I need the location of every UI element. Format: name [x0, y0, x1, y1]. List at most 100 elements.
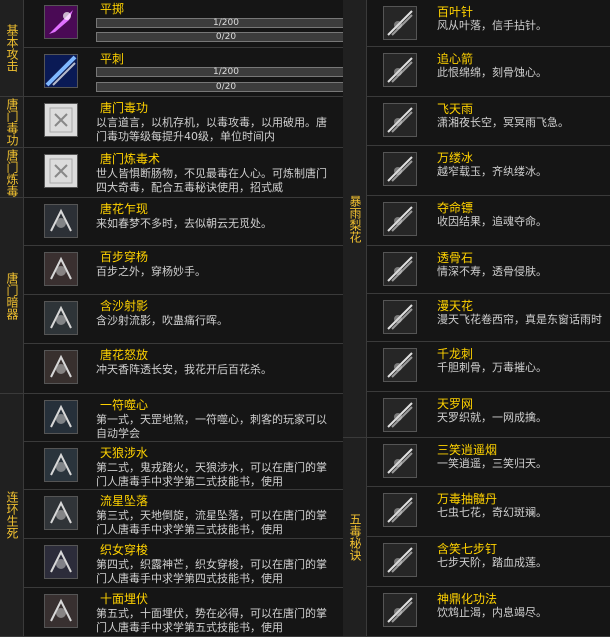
category-chain-life-death: 连环生死 [0, 394, 24, 637]
skill-row-pingci[interactable]: 平刺 1/200 0/20 [24, 48, 356, 97]
skill-level-text: 0/20 [215, 32, 237, 42]
skill-name: 平刺 [100, 52, 125, 66]
stone-icon [383, 252, 417, 286]
skill-name: 含笑七步钉 [437, 542, 498, 556]
skill-row[interactable]: 唐门毒功 以言道言，以机存机，以毒攻毒，以用破用。唐门毒功等级每提升40级，单位时… [24, 97, 343, 148]
skill-row[interactable]: 漫天花 漫天飞花卷西帘，真是东窗话雨时 [367, 294, 610, 342]
skill-description: 饮鸩止渴，内息竭尽。 [437, 606, 547, 619]
skill-description: 含沙射流影，吹蛊痛行晖。 [96, 314, 228, 327]
skill-level-bar: 0/20 [96, 32, 356, 42]
skill-name: 神鼎化功法 [437, 592, 498, 606]
skill-row[interactable]: 百步穿杨 百步之外，穿杨妙手。 [24, 246, 343, 295]
skill-row[interactable]: 透骨石 情深不寿，透骨侵肤。 [367, 246, 610, 294]
skill-row[interactable]: 唐门炼毒术 世人皆惧断肠物，不见最毒在人心。可炼制唐门四大奇毒，配合五毒秘诀使用，… [24, 148, 343, 198]
skill-name: 天狼涉水 [100, 446, 149, 460]
skill-name: 漫天花 [437, 299, 474, 313]
skill-name: 一符噬心 [100, 398, 149, 412]
skill-name: 百步穿杨 [100, 250, 149, 264]
category-five-poison-secrets: 五毒秘诀 [343, 438, 367, 637]
skill-row[interactable]: 一符噬心 第一式，天罡地煞，一符噬心，刺客的玩家可以自动学会 [24, 394, 343, 442]
skill-description: 世人皆惧断肠物，不见最毒在人心。可炼制唐门四大奇毒，配合五毒秘诀使用，招式威 [96, 167, 327, 194]
skill-description: 百步之外，穿杨妙手。 [96, 265, 206, 278]
ambush-icon [44, 594, 78, 628]
category-tangmen-poison-skill: 唐门毒功 [0, 97, 24, 148]
petals-icon [383, 300, 417, 334]
skill-name: 天罗网 [437, 397, 474, 411]
claw-icon [44, 301, 78, 335]
skill-row[interactable]: 追心箭 此恨绵绵，刻骨蚀心。 [367, 47, 610, 97]
skill-exp-bar: 1/200 [96, 18, 356, 28]
skill-row[interactable]: 织女穿梭 第四式，织露神芒，织女穿梭，可以在唐门的掌门人唐毒手中求学第四式技能书，… [24, 539, 343, 588]
skill-description: 第五式，十面埋伏，势在必得，可以在唐门的掌门人唐毒手中求学第五式技能书，使用 [96, 607, 327, 634]
category-tangmen-hidden-weapons: 唐门暗器 [0, 198, 24, 394]
skill-name: 飞天雨 [437, 102, 474, 116]
skill-name: 万缕冰 [437, 151, 474, 165]
flower-icon [44, 204, 78, 238]
skill-description: 第二式，鬼戎踏火，天狼涉水，可以在唐门的掌门人唐毒手中求学第二式技能书，使用 [96, 461, 327, 488]
skill-description: 千胆刺骨，万毒摧心。 [437, 361, 547, 374]
skill-exp-text: 1/200 [213, 18, 239, 28]
skill-row[interactable]: 十面埋伏 第五式，十面埋伏，势在必得，可以在唐门的掌门人唐毒手中求学第五式技能书，… [24, 588, 343, 637]
skill-row-pingzhi[interactable]: 平掷 1/200 0/20 [24, 0, 356, 48]
skill-row[interactable]: 含沙射影 含沙射流影，吹蛊痛行晖。 [24, 295, 343, 344]
wolf-icon [44, 448, 78, 482]
skill-description: 潇湘夜长空，冥冥雨飞急。 [437, 116, 569, 129]
category-label: 暴雨梨花 [348, 194, 362, 243]
category-storm-pear-blossom: 暴雨梨花 [343, 0, 367, 438]
skill-name: 唐花怒放 [100, 348, 149, 362]
category-label: 连环生死 [5, 491, 19, 539]
scroll-icon [44, 103, 78, 137]
skill-name: 含沙射影 [100, 299, 149, 313]
skill-name: 透骨石 [437, 251, 474, 265]
weave-icon [44, 545, 78, 579]
skill-row[interactable]: 百叶针 风从叶落，信手拈针。 [367, 0, 610, 47]
category-label: 五毒秘诀 [348, 513, 362, 561]
skill-row[interactable]: 千龙刺 千胆刺骨，万毒摧心。 [367, 342, 610, 392]
skill-exp-bar: 1/200 [96, 67, 356, 77]
cauldron-icon [383, 593, 417, 627]
skill-row[interactable]: 万缕冰 越窄载玉，齐纨缕冰。 [367, 146, 610, 196]
category-label: 唐门炼毒 [5, 148, 19, 197]
burst-icon [44, 350, 78, 384]
smoke-icon [383, 444, 417, 478]
skill-name: 夺命镖 [437, 201, 474, 215]
dart-icon [383, 202, 417, 236]
category-label: 唐门暗器 [5, 271, 19, 320]
category-label: 基本攻击 [5, 24, 19, 72]
needle-icon [383, 6, 417, 40]
skill-row[interactable]: 天狼涉水 第二式，鬼戎踏火，天狼涉水，可以在唐门的掌门人唐毒手中求学第二式技能书，… [24, 442, 343, 490]
skill-description: 漫天飞花卷西帘，真是东窗话雨时 [437, 313, 602, 326]
category-basic-attack: 基本攻击 [0, 0, 24, 97]
skill-row[interactable]: 天罗网 天罗织就，一网成擒。 [367, 392, 610, 438]
skill-description: 此恨绵绵，刻骨蚀心。 [437, 66, 547, 79]
skill-description: 来如春梦不多时，去似朝云无觅处。 [96, 217, 272, 230]
skill-row[interactable]: 含笑七步钉 七步天阶，踏血成莲。 [367, 537, 610, 587]
skill-row[interactable]: 唐花怒放 冲天香阵透长安，我花开后百花杀。 [24, 344, 343, 394]
skill-description: 冲天香阵透长安，我花开后百花杀。 [96, 363, 272, 376]
pill-icon [383, 493, 417, 527]
skill-row[interactable]: 夺命镖 收因结果，追魂夺命。 [367, 196, 610, 246]
category-label: 唐门毒功 [5, 98, 19, 146]
skill-name: 千龙刺 [437, 347, 474, 361]
skill-row[interactable]: 飞天雨 潇湘夜长空，冥冥雨飞急。 [367, 97, 610, 146]
skill-description: 天罗织就，一网成擒。 [437, 411, 547, 424]
skill-description: 第一式，天罡地煞，一符噬心，刺客的玩家可以自动学会 [96, 413, 327, 440]
skill-row[interactable]: 神鼎化功法 饮鸩止渴，内息竭尽。 [367, 587, 610, 637]
arrow-icon [44, 252, 78, 286]
nail-icon [383, 543, 417, 577]
skill-name: 三笑逍遥烟 [437, 443, 498, 457]
skill-name: 追心箭 [437, 52, 474, 66]
skill-description: 以言道言，以机存机，以毒攻毒，以用破用。唐门毒功等级每提升40级，单位时间内 [96, 116, 327, 143]
skill-row[interactable]: 万毒抽髓丹 七虫七花，奇幻斑斓。 [367, 487, 610, 537]
skill-name: 唐门毒功 [100, 101, 149, 115]
skill-description: 第三式，天地倒旋，流星坠落，可以在唐门的掌门人唐毒手中求学第三式技能书，使用 [96, 509, 327, 536]
heart-arrow-icon [383, 53, 417, 87]
skill-name: 十面埋伏 [100, 592, 149, 606]
skill-description: 一笑逍遥，三笑归天。 [437, 457, 547, 470]
skill-row[interactable]: 唐花乍现 来如春梦不多时，去似朝云无觅处。 [24, 198, 343, 246]
skill-description: 收因结果，追魂夺命。 [437, 215, 547, 228]
skill-row[interactable]: 流星坠落 第三式，天地倒旋，流星坠落，可以在唐门的掌门人唐毒手中求学第三式技能书，… [24, 490, 343, 539]
skill-level-text: 0/20 [215, 82, 237, 92]
skill-row[interactable]: 三笑逍遥烟 一笑逍遥，三笑归天。 [367, 438, 610, 487]
dragon-icon [383, 348, 417, 382]
